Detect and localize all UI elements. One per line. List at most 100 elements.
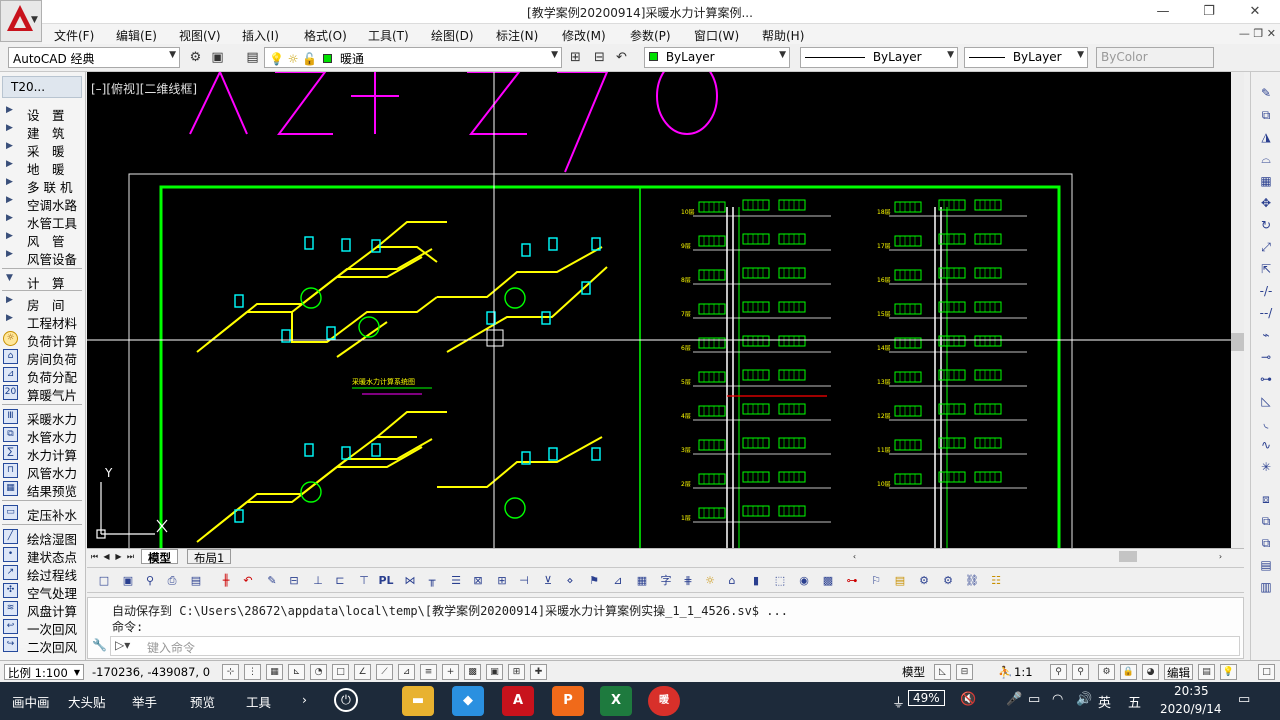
crosshair-icon[interactable]: + — [442, 664, 459, 680]
lineweight-icon[interactable]: ≡ — [420, 664, 437, 680]
restore-button[interactable]: ❐ — [1186, 0, 1232, 24]
taskbar-headshot[interactable]: 大头贴 — [68, 692, 106, 711]
vertical-scroll-thumb[interactable] — [1231, 333, 1244, 351]
move-icon[interactable]: ✥ — [1257, 194, 1275, 212]
nav-settings[interactable]: ▶ 设 置 — [0, 104, 86, 123]
link2-tool-icon[interactable]: ⛓ — [963, 572, 981, 590]
workspace-select[interactable]: AutoCAD 经典 ▼ — [8, 47, 180, 68]
break-at-point-icon[interactable]: ⌁ — [1257, 326, 1275, 344]
wall-tool-icon[interactable]: ▮ — [747, 572, 765, 590]
annotation-scale[interactable]: 1:1 — [1014, 664, 1033, 680]
info-tool-icon[interactable]: ☷ — [987, 572, 1005, 590]
heating-app-icon[interactable]: 暖 — [648, 686, 680, 716]
snap-mode-icon[interactable]: ⊹ — [222, 664, 239, 680]
speaker-muted-icon[interactable]: 🔇 — [960, 692, 976, 707]
lock-ui-icon[interactable]: 🔒 — [1120, 664, 1137, 680]
ime-mode[interactable]: 五 — [1128, 692, 1141, 711]
save-icon[interactable]: ▣ — [119, 572, 137, 590]
model-space-button[interactable]: 模型 — [902, 664, 925, 680]
nav-ac-water[interactable]: ▶ 空调水路 — [0, 194, 86, 213]
pipe-tool-icon[interactable]: ⊟ — [285, 572, 303, 590]
nav-architecture[interactable]: ▶ 建 筑 — [0, 122, 86, 141]
chevron-right-icon[interactable]: › — [302, 692, 307, 707]
object-snap-icon[interactable]: □ — [332, 664, 349, 680]
hatch-back-icon[interactable]: ▥ — [1257, 578, 1275, 596]
layer-manager-icon[interactable]: ▤ — [243, 48, 262, 67]
clock-date[interactable]: 2020/9/14 — [1160, 702, 1222, 716]
nav-heating-hydraulic[interactable]: Ⅲ 采暖水力 — [0, 408, 86, 427]
gear-icon[interactable]: ⚙ — [186, 48, 205, 67]
close-button[interactable]: ✕ — [1232, 0, 1278, 24]
menu-edit[interactable]: 编辑(E) — [116, 27, 157, 44]
match-layer-icon[interactable]: ⊟ — [590, 48, 609, 67]
plotstyle-select[interactable]: ByColor — [1096, 47, 1214, 68]
nav-air-handling[interactable]: ✣ 空气处理 — [0, 582, 86, 601]
nav-pipe-hydraulic[interactable]: ⧉ 水管水力 — [0, 426, 86, 445]
explode-icon[interactable]: ✳ — [1257, 458, 1275, 476]
array-icon[interactable]: ▦ — [1257, 172, 1275, 190]
scale-select[interactable]: 比例 1:100 ▼ — [4, 664, 84, 680]
quick-properties-icon[interactable]: ✚ — [530, 664, 547, 680]
color-select[interactable]: ByLayer ▼ — [644, 47, 790, 68]
linetype-select[interactable]: ByLayer ▼ — [800, 47, 958, 68]
horizontal-scroll-thumb[interactable] — [1119, 551, 1137, 562]
scale-icon[interactable]: ⤢ — [1257, 238, 1275, 256]
column-tool-icon[interactable]: ╥ — [423, 572, 441, 590]
wifi-icon[interactable]: ◠ — [1052, 692, 1063, 707]
ruler-tool-icon[interactable]: ⋕ — [679, 572, 697, 590]
clean-screen-icon[interactable]: □ — [1258, 664, 1275, 680]
nav-duct[interactable]: ▶ 风 管 — [0, 230, 86, 249]
diamond-tool-icon[interactable]: ⋄ — [561, 572, 579, 590]
file-explorer-icon[interactable]: ▬ — [402, 686, 434, 716]
previous-layer-icon[interactable]: ↶ — [612, 48, 631, 67]
viewport-label[interactable]: [–][俯视][二维线框] — [91, 80, 197, 97]
command-input[interactable]: ▷▾ 键入命令 — [110, 636, 1240, 656]
selection-cycling-icon[interactable]: ▣ — [486, 664, 503, 680]
lineweight-select[interactable]: ByLayer ▼ — [964, 47, 1088, 68]
text-front-icon[interactable]: ▤ — [1257, 556, 1275, 574]
menu-parametric[interactable]: 参数(P) — [630, 27, 671, 44]
microphone-icon[interactable]: 🎤 — [1006, 692, 1022, 707]
workspace-gear-icon[interactable]: ⚙ — [1098, 664, 1115, 680]
blend-icon[interactable]: ∿ — [1257, 436, 1275, 454]
drawing-canvas[interactable]: 采暖水力计算系统图 10层 9层 8层 7层 6层 5层 4层 3层 2层 1层 — [87, 72, 1244, 548]
nav-duct-hydraulic[interactable]: ⊓ 风管水力 — [0, 462, 86, 481]
menu-format[interactable]: 格式(O) — [304, 27, 347, 44]
break-icon[interactable]: ⊸ — [1257, 348, 1275, 366]
nav-fan-coil[interactable]: ≋ 风盘计算 — [0, 600, 86, 619]
branch-tool-icon[interactable]: ⊻ — [539, 572, 557, 590]
menu-window[interactable]: 窗口(W) — [694, 27, 739, 44]
hardware-accel-icon[interactable]: ◕ — [1142, 664, 1159, 680]
join-icon[interactable]: ⊶ — [1257, 370, 1275, 388]
draw-order-icon[interactable]: ⧈ — [1257, 490, 1275, 508]
link-tool-icon[interactable]: ⋈ — [401, 572, 419, 590]
minimize-button[interactable]: — — [1140, 0, 1186, 24]
menu-dimension[interactable]: 标注(N) — [496, 27, 538, 44]
autocad-icon[interactable]: A — [502, 686, 534, 716]
nav-load-distribution[interactable]: ⊿ 负荷分配 — [0, 366, 86, 385]
nav-state-point[interactable]: • 建状态点 — [0, 546, 86, 565]
print-icon[interactable]: ⎙ — [163, 572, 181, 590]
menu-file[interactable]: 文件(F) — [54, 27, 94, 44]
first-tab-button[interactable]: ⏮ — [89, 550, 100, 563]
notification-icon[interactable]: ▭ — [1238, 692, 1250, 707]
text-tool-icon[interactable]: 字 — [657, 572, 675, 590]
pdf-reader-icon[interactable]: P — [552, 686, 584, 716]
workspace-icon[interactable]: ▣ — [208, 48, 227, 67]
box-tool-icon[interactable]: ⬚ — [771, 572, 789, 590]
graph-tool-icon[interactable]: ⊿ — [609, 572, 627, 590]
menu-draw[interactable]: 绘图(D) — [431, 27, 474, 44]
layer-select[interactable]: 💡 ☼ 🔓 暖通 ▼ — [264, 47, 562, 68]
nav-load-calc[interactable]: ☼ 负荷计算 — [0, 330, 86, 349]
nav-pressure-makeup[interactable]: ▭ 定压补水 — [0, 504, 86, 523]
nav-psychrometric-chart[interactable]: ╱ 绘焓湿图 — [0, 528, 86, 547]
valve-tool-icon[interactable]: ⊥ — [309, 572, 327, 590]
grid-snap-icon[interactable]: ⋮ — [244, 664, 261, 680]
vertical-scrollbar[interactable] — [1231, 72, 1244, 548]
quick-view-icon[interactable]: ⊟ — [956, 664, 973, 680]
prev-tab-button[interactable]: ◀ — [101, 550, 112, 563]
split-tool-icon[interactable]: ⊣ — [515, 572, 533, 590]
nav-duct-equipment[interactable]: ▶ 风管设备 — [0, 248, 86, 267]
fitting-tool-icon[interactable]: ⊏ — [331, 572, 349, 590]
battery-icon[interactable]: ▭ — [1028, 692, 1040, 707]
